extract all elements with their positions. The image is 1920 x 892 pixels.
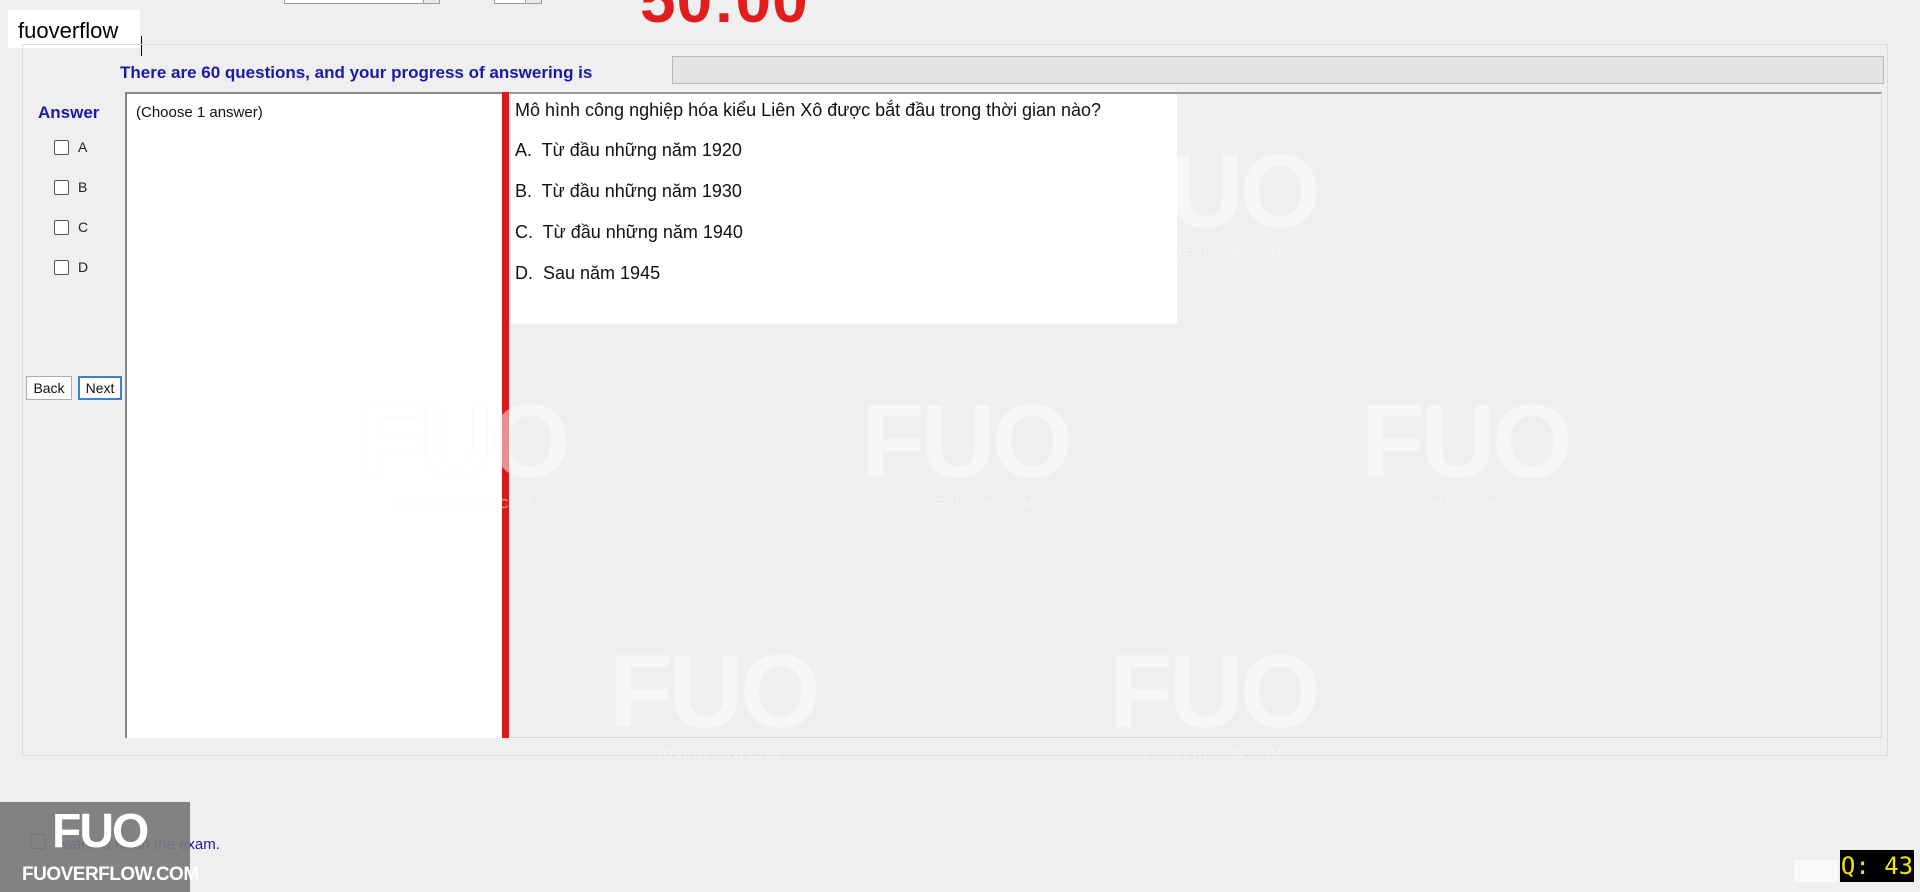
- counter-backdrop: [1794, 860, 1838, 882]
- watermark-logo: FUO: [861, 384, 1074, 500]
- corner-logo: FUO FUOVERFLOW.COM: [0, 802, 199, 892]
- watermark: FUO FUOVERFLOW.COM: [860, 384, 1074, 515]
- question-choice-c: C. Từ đầu những năm 1940: [515, 222, 743, 242]
- checkbox[interactable]: [54, 139, 69, 155]
- answer-title: Answer: [38, 103, 100, 122]
- countdown-timer: 50:00: [640, 0, 809, 36]
- watermark-logo: FUO: [609, 634, 822, 750]
- choose-instruction: (Choose 1 answer): [136, 104, 263, 121]
- question-choice-a: A. Từ đầu những năm 1920: [515, 140, 742, 160]
- brand-text: fuoverflow: [18, 18, 119, 43]
- option-label: D: [78, 259, 89, 275]
- brand-overlay: fuoverflow: [8, 10, 142, 56]
- answer-option-c[interactable]: C: [54, 217, 114, 237]
- watermark: FUO FUOVERFLOW.COM: [358, 384, 572, 515]
- question-text: Mô hình công nghiệp hóa kiểu Liên Xô đượ…: [515, 100, 1102, 120]
- next-button[interactable]: Next: [78, 376, 122, 400]
- option-label: B: [78, 179, 88, 195]
- answer-option-a[interactable]: A: [54, 137, 114, 157]
- corner-logo-site: FUOVERFLOW.COM: [22, 864, 199, 885]
- top-dropdown[interactable]: [284, 0, 440, 4]
- answer-option-d[interactable]: D: [54, 257, 114, 277]
- progress-bar: [672, 56, 1884, 84]
- watermark-logo: FUO: [1361, 384, 1574, 500]
- back-button[interactable]: Back: [26, 376, 72, 400]
- top-spinner[interactable]: [494, 0, 542, 4]
- checkbox[interactable]: [54, 179, 69, 195]
- question-counter: Q: 43: [1840, 850, 1914, 882]
- corner-logo-mark: FUO: [52, 805, 149, 858]
- watermark-logo: FUO: [359, 384, 572, 500]
- option-label: A: [78, 139, 88, 155]
- spinner-arrow-icon[interactable]: [525, 0, 541, 3]
- option-label: C: [78, 219, 89, 235]
- question-box: Mô hình công nghiệp hóa kiểu Liên Xô đượ…: [511, 94, 1177, 324]
- checkbox[interactable]: [54, 259, 69, 275]
- watermark-logo: FUO: [1109, 634, 1322, 750]
- progress-label: There are 60 questions, and your progres…: [120, 63, 593, 82]
- question-choice-b: B. Từ đầu những năm 1930: [515, 181, 742, 201]
- watermark: FUO FUOVERFLOW.COM: [1360, 384, 1574, 515]
- checkbox[interactable]: [54, 219, 69, 235]
- question-choice-d: D. Sau năm 1945: [515, 263, 661, 283]
- watermark: FUO FUOVERFLOW.COM: [608, 634, 822, 765]
- dropdown-arrow-icon[interactable]: [423, 0, 439, 3]
- watermark: FUO FUOVERFLOW.COM: [1108, 634, 1322, 765]
- answer-option-b[interactable]: B: [54, 177, 114, 197]
